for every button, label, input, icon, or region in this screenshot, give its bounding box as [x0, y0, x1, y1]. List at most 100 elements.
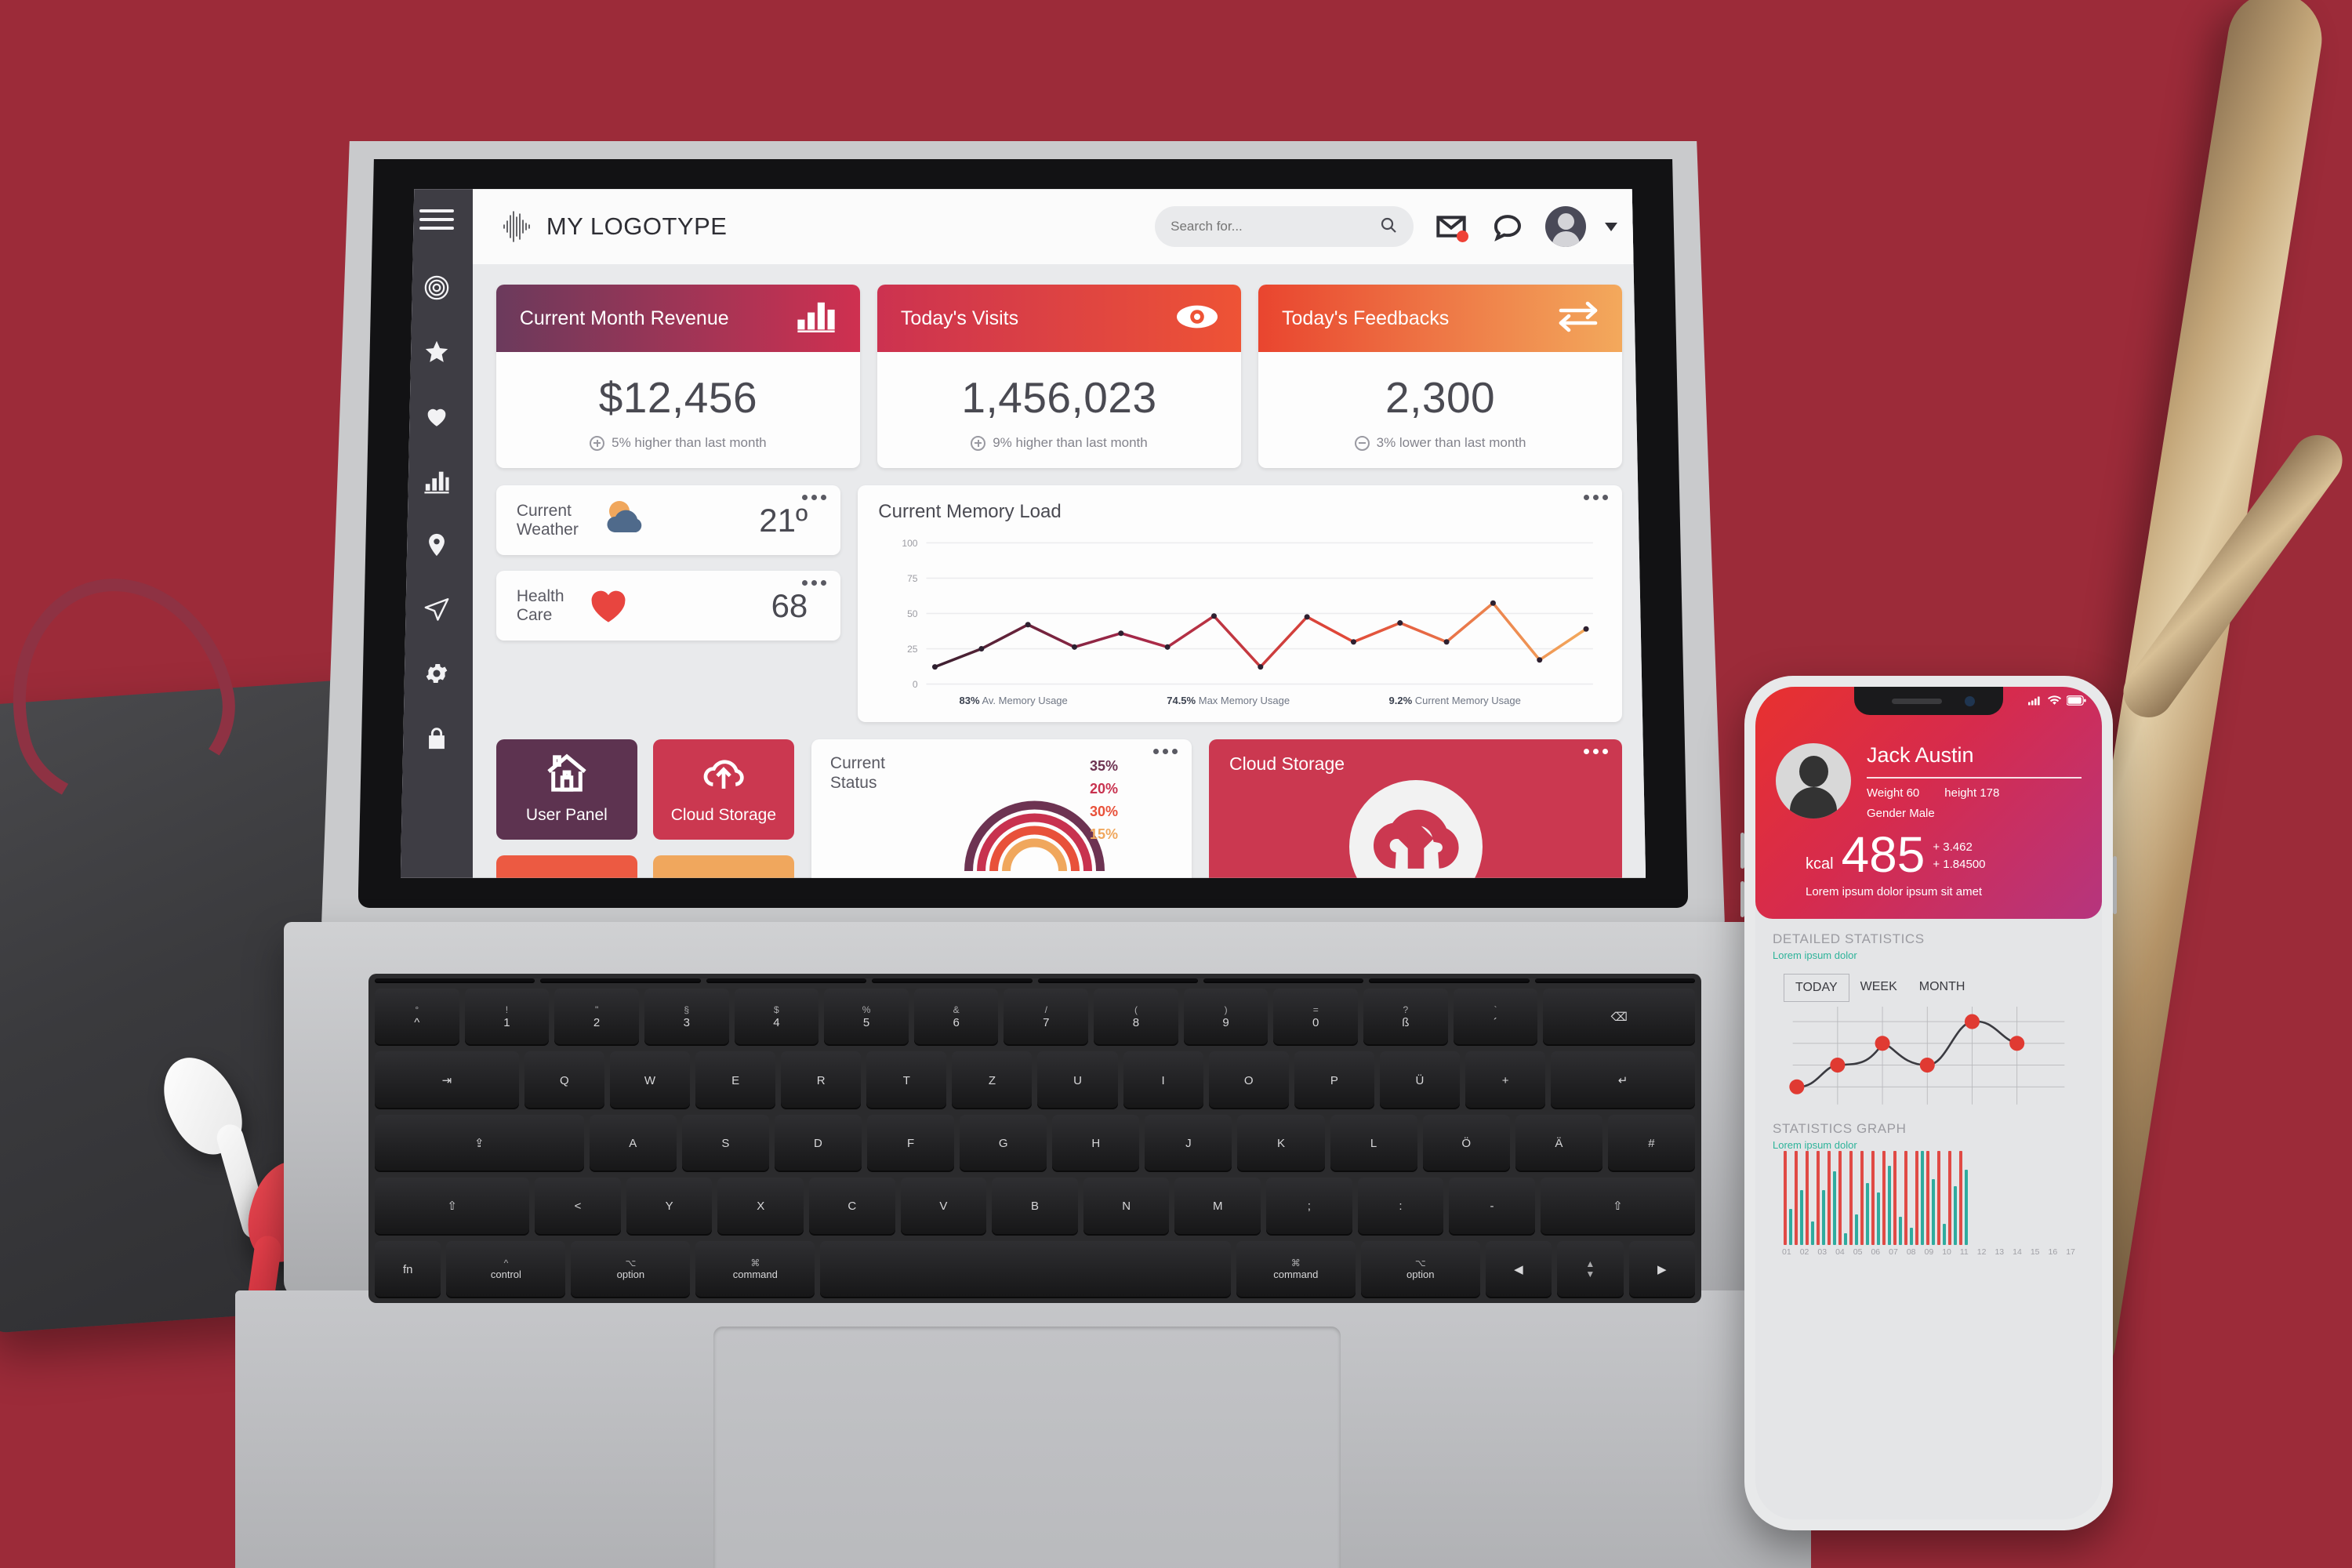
- key[interactable]: Ü: [1379, 1051, 1461, 1109]
- key[interactable]: <: [535, 1178, 621, 1236]
- tile-extra-2[interactable]: [652, 855, 794, 878]
- search-box[interactable]: [1155, 206, 1414, 248]
- target-icon[interactable]: [421, 272, 452, 303]
- key[interactable]: [375, 978, 535, 984]
- hamburger-menu-icon[interactable]: [419, 209, 454, 230]
- key[interactable]: = 0: [1273, 989, 1359, 1047]
- key[interactable]: Z: [952, 1051, 1033, 1109]
- key[interactable]: % 5: [824, 989, 909, 1047]
- tile-user-panel[interactable]: User Panel: [495, 739, 637, 840]
- key[interactable]: K: [1237, 1114, 1325, 1173]
- key[interactable]: ° ^: [375, 989, 459, 1047]
- key-fn[interactable]: fn: [375, 1240, 441, 1298]
- heart-icon[interactable]: [421, 401, 452, 432]
- key[interactable]: & 6: [913, 989, 999, 1047]
- logo[interactable]: MY LOGOTYPE: [501, 209, 728, 244]
- key-tab[interactable]: ⇥: [375, 1051, 519, 1109]
- key[interactable]: G: [960, 1114, 1047, 1173]
- phone-power-button[interactable]: [2113, 856, 2117, 914]
- lock-icon[interactable]: [421, 722, 452, 753]
- stat-card-visits[interactable]: Today's Visits 1,456,023 9% higher than …: [877, 285, 1242, 469]
- key-arrow-left[interactable]: ◀: [1485, 1240, 1552, 1298]
- key[interactable]: " 2: [554, 989, 639, 1047]
- key[interactable]: U: [1037, 1051, 1118, 1109]
- key[interactable]: +: [1465, 1051, 1546, 1109]
- key[interactable]: ? ß: [1363, 989, 1448, 1047]
- key-enter[interactable]: ↵: [1551, 1051, 1695, 1109]
- health-more-icon[interactable]: [802, 580, 827, 586]
- tab-today[interactable]: TODAY: [1784, 973, 1849, 1002]
- trackpad[interactable]: [713, 1327, 1341, 1568]
- stat-card-feedbacks[interactable]: Today's Feedbacks 2,300 3% lower than la…: [1258, 285, 1623, 469]
- stat-card-revenue[interactable]: Current Month Revenue $12,456 5% higher …: [495, 285, 860, 469]
- key[interactable]: [1037, 978, 1198, 984]
- paper-plane-icon[interactable]: [421, 593, 452, 625]
- key[interactable]: ) 9: [1183, 989, 1269, 1047]
- key[interactable]: [1534, 978, 1695, 984]
- key[interactable]: C: [809, 1178, 895, 1236]
- key-arrow-right[interactable]: ▶: [1628, 1240, 1695, 1298]
- key-shift-left[interactable]: ⇧: [375, 1178, 530, 1236]
- key[interactable]: D: [774, 1114, 862, 1173]
- key-space[interactable]: [820, 1240, 1231, 1298]
- key[interactable]: A: [589, 1114, 677, 1173]
- key-command-right[interactable]: ⌘ command: [1236, 1240, 1356, 1298]
- key[interactable]: J: [1145, 1114, 1232, 1173]
- avatar[interactable]: [1545, 206, 1587, 248]
- chat-icon[interactable]: [1489, 208, 1526, 245]
- key[interactable]: [872, 978, 1033, 984]
- key[interactable]: /7: [1004, 989, 1089, 1047]
- health-card[interactable]: Health Care 68: [495, 571, 841, 641]
- weather-more-icon[interactable]: [802, 495, 827, 501]
- key[interactable]: [1369, 978, 1530, 984]
- key[interactable]: (8: [1094, 989, 1178, 1047]
- key[interactable]: Ä: [1515, 1114, 1602, 1173]
- avatar[interactable]: [1776, 743, 1851, 818]
- weather-card[interactable]: Current Weather 21º: [495, 485, 841, 556]
- key[interactable]: V: [900, 1178, 987, 1236]
- key[interactable]: O: [1208, 1051, 1289, 1109]
- tile-extra-1[interactable]: [495, 855, 637, 878]
- status-more-icon[interactable]: [1153, 748, 1178, 754]
- gear-icon[interactable]: [421, 658, 452, 689]
- tile-cloud-storage[interactable]: Cloud Storage: [652, 739, 794, 840]
- bar-chart-icon[interactable]: [421, 465, 452, 496]
- search-input[interactable]: [1171, 219, 1372, 235]
- key-command-left[interactable]: ⌘ command: [695, 1240, 815, 1298]
- key[interactable]: [1203, 978, 1364, 984]
- memory-more-icon[interactable]: [1584, 495, 1609, 501]
- cloud-more-icon[interactable]: [1584, 748, 1609, 754]
- key[interactable]: ;: [1266, 1178, 1352, 1236]
- key[interactable]: H: [1052, 1114, 1140, 1173]
- key-control[interactable]: ^ control: [446, 1240, 566, 1298]
- key[interactable]: R: [781, 1051, 862, 1109]
- star-icon[interactable]: [421, 336, 452, 368]
- key[interactable]: T: [866, 1051, 947, 1109]
- key[interactable]: ! 1: [464, 989, 550, 1047]
- key[interactable]: W: [609, 1051, 691, 1109]
- key[interactable]: #: [1607, 1114, 1695, 1173]
- chevron-down-icon[interactable]: [1605, 222, 1618, 231]
- key[interactable]: Q: [524, 1051, 604, 1109]
- key[interactable]: -: [1449, 1178, 1535, 1236]
- key[interactable]: L: [1330, 1114, 1417, 1173]
- location-pin-icon[interactable]: [421, 529, 452, 561]
- key-shift-right[interactable]: ⇧: [1540, 1178, 1696, 1236]
- key-arrow-updown[interactable]: ▲ ▼: [1557, 1240, 1624, 1298]
- key[interactable]: F: [867, 1114, 955, 1173]
- key-backspace[interactable]: ⌫: [1543, 989, 1696, 1047]
- key[interactable]: ` ´: [1453, 989, 1538, 1047]
- key[interactable]: X: [717, 1178, 804, 1236]
- key-option-left[interactable]: ⌥ option: [571, 1240, 691, 1298]
- key[interactable]: M: [1174, 1178, 1261, 1236]
- key-option-right[interactable]: ⌥ option: [1360, 1240, 1480, 1298]
- key[interactable]: $4: [734, 989, 819, 1047]
- tab-week[interactable]: WEEK: [1849, 974, 1908, 1002]
- key[interactable]: B: [992, 1178, 1078, 1236]
- key[interactable]: Ö: [1422, 1114, 1510, 1173]
- key[interactable]: :: [1357, 1178, 1444, 1236]
- key[interactable]: S: [681, 1114, 769, 1173]
- key[interactable]: E: [695, 1051, 776, 1109]
- key-capslock[interactable]: ⇪: [375, 1114, 584, 1173]
- key[interactable]: I: [1123, 1051, 1203, 1109]
